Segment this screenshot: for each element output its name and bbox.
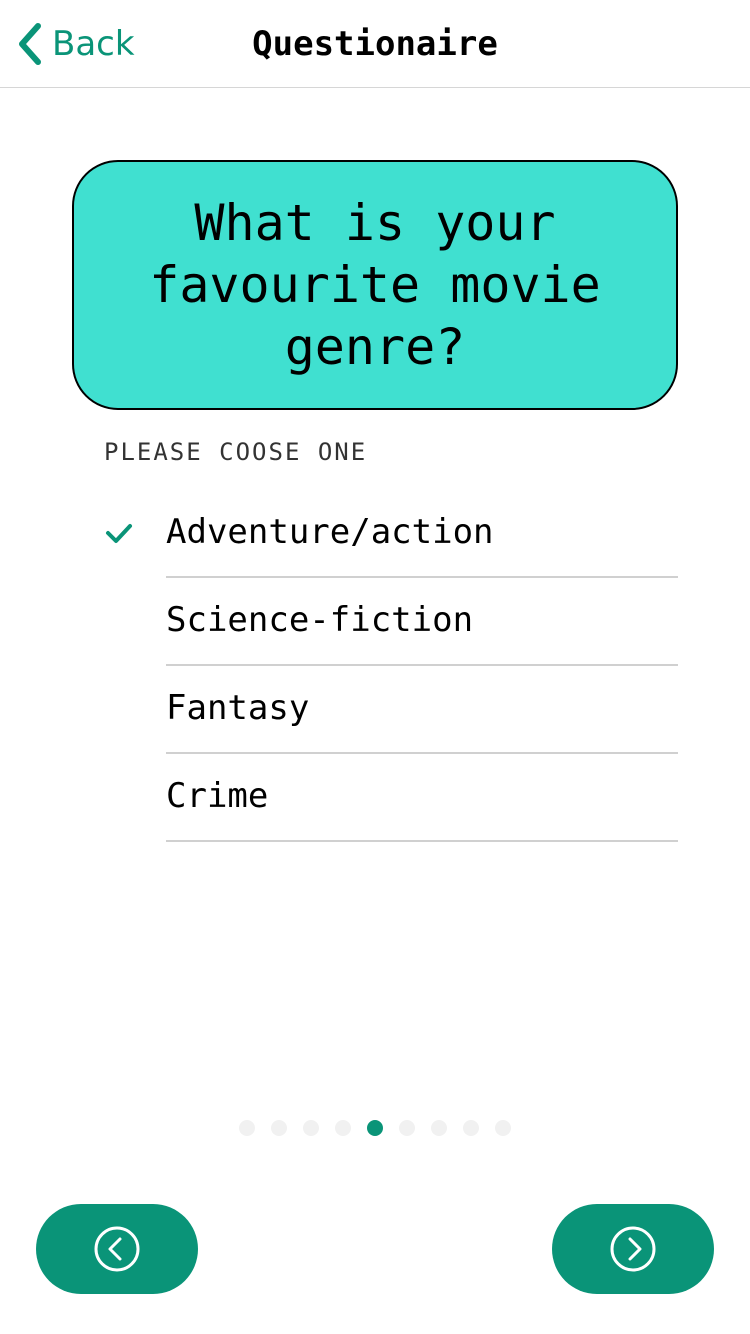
next-button[interactable]: [552, 1204, 714, 1294]
instruction-label: PLEASE COOSE ONE: [104, 438, 368, 466]
page-title: Questionaire: [252, 24, 498, 64]
option-label: Fantasy: [166, 688, 310, 728]
page-dot[interactable]: [271, 1120, 287, 1136]
header-bar: Back Questionaire: [0, 0, 750, 88]
page-indicator: [0, 1120, 750, 1136]
page-dot[interactable]: [303, 1120, 319, 1136]
option-list: Adventure/action Science-fiction Fantasy…: [0, 490, 750, 842]
questionnaire-screen: Back Questionaire What is your favourite…: [0, 0, 750, 1334]
chevron-right-circle-icon: [610, 1226, 656, 1272]
option-label: Crime: [166, 776, 269, 816]
page-dot[interactable]: [239, 1120, 255, 1136]
divider: [166, 840, 678, 842]
page-dot-active[interactable]: [367, 1120, 383, 1136]
option-item[interactable]: Adventure/action: [0, 490, 750, 578]
page-dot[interactable]: [335, 1120, 351, 1136]
option-label: Adventure/action: [166, 512, 494, 552]
page-dot[interactable]: [431, 1120, 447, 1136]
previous-button[interactable]: [36, 1204, 198, 1294]
question-card: What is your favourite movie genre?: [72, 160, 678, 410]
chevron-left-circle-icon: [94, 1226, 140, 1272]
page-dot[interactable]: [463, 1120, 479, 1136]
option-item[interactable]: Fantasy: [0, 666, 750, 754]
checkmark-icon: [106, 524, 132, 543]
option-label: Science-fiction: [166, 600, 474, 640]
question-text: What is your favourite movie genre?: [149, 194, 601, 376]
page-dot[interactable]: [495, 1120, 511, 1136]
page-dot[interactable]: [399, 1120, 415, 1136]
option-item[interactable]: Science-fiction: [0, 578, 750, 666]
option-item[interactable]: Crime: [0, 754, 750, 842]
